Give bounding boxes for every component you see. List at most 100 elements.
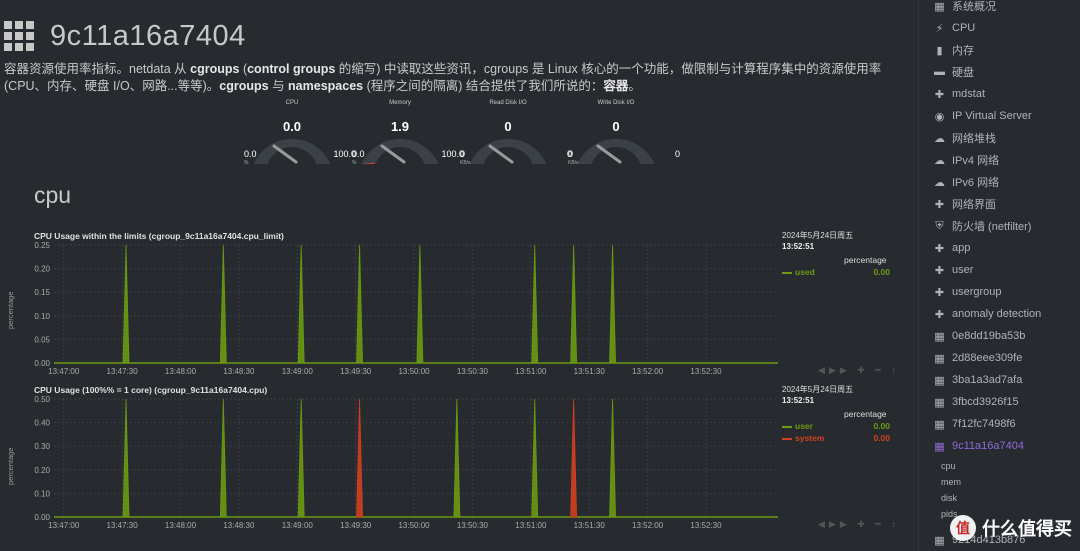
x-tick-label: 13:52:30 <box>690 521 722 530</box>
gauge-needle <box>488 144 514 164</box>
y-axis-label: percentage <box>6 291 15 329</box>
sidebar-item[interactable]: ▦ 3fbcd3926f15 <box>933 393 1019 411</box>
x-tick-label: 13:48:00 <box>165 367 197 376</box>
chart-nav-controls[interactable]: ◀▶▶ ✚ ━ ↕ <box>818 519 900 530</box>
chart-cpu-limit[interactable]: 0.25 0.20 0.15 0.10 0.05 0.00 13:47:00 13:47:30… <box>0 231 915 381</box>
x-tick-label: 13:51:00 <box>515 367 547 376</box>
y-tick-label: 0.20 <box>34 265 50 274</box>
spike-used <box>297 244 305 364</box>
x-tick-label: 13:48:00 <box>165 521 197 530</box>
watermark-logo-icon: 值 <box>950 515 976 541</box>
sidebar-item[interactable]: ✚ mdstat <box>933 85 985 103</box>
sidebar-item[interactable]: ⚡ CPU <box>933 19 976 37</box>
sidebar-item-label: 3ba1a3ad7afa <box>952 374 1023 386</box>
x-tick-label: 13:52:00 <box>632 367 664 376</box>
sidebar-item-label: IP Virtual Server <box>952 110 1032 122</box>
chart-nav-controls[interactable]: ◀▶▶ ✚ ━ ↕ <box>818 365 900 376</box>
y-tick-label: 0.50 <box>34 395 50 404</box>
gauge-title: Write Disk I/O <box>597 100 635 106</box>
spike-used <box>219 244 227 364</box>
sidebar-item[interactable]: ✚ user <box>933 261 974 279</box>
gauge-cpu[interactable]: CPU 0.0 0.0 100.0 % <box>238 98 356 168</box>
gauge-read-disk[interactable]: Read Disk I/O 0 0 0 KB/s <box>454 98 572 168</box>
sidebar-item-label: 系统概况 <box>952 1 996 13</box>
grid-icon: ▦ <box>934 330 945 343</box>
legend-swatch <box>782 425 792 428</box>
spike-user <box>453 398 461 518</box>
sidebar-item-label: usergroup <box>952 286 1002 298</box>
gauge-dial <box>469 138 547 164</box>
spike-used <box>609 244 616 364</box>
sidebar-item[interactable]: ▦ 9c11a16a7404 <box>933 437 1024 455</box>
sidebar-item[interactable]: ✚ app <box>933 239 970 257</box>
chart-plot[interactable]: 0.500.400.300.200.100.0013:47:00 13:47:30… <box>0 385 790 535</box>
x-tick-label: 13:49:30 <box>340 367 372 376</box>
y-tick-label: 0.30 <box>34 442 50 451</box>
x-tick-label: 13:52:30 <box>690 367 722 376</box>
grid-icon: ▦ <box>934 374 945 387</box>
x-tick-label: 13:49:30 <box>340 521 372 530</box>
sidebar-item[interactable]: ▦ 3ba1a3ad7afa <box>933 371 1022 389</box>
x-tick-label: 13:50:30 <box>457 367 489 376</box>
chart-plot[interactable]: 0.250.200.150.100.050.0013:47:00 13:47:30… <box>0 231 790 381</box>
gauge-min: 0.0 <box>352 149 365 159</box>
sidebar-item[interactable]: ✚ usergroup <box>933 283 1002 301</box>
spike-used <box>122 244 130 364</box>
sidebar-item[interactable]: ☁ IPv4 网络 <box>933 151 999 169</box>
spike-user <box>297 398 305 518</box>
cloud-icon: ☁ <box>934 132 945 145</box>
y-tick-label: 0.10 <box>34 489 50 498</box>
sidebar-item-label: 3fbcd3926f15 <box>952 396 1019 408</box>
y-axis-label: percentage <box>6 447 15 485</box>
y-tick-label: 0.25 <box>34 241 50 250</box>
sidebar: ▦ 系统概况 ⚡ CPU ▮ 内存 ▬ 硬盘 ✚ mdstat ◉ IP Virtual Server… <box>918 0 1080 551</box>
gauge-dial <box>577 138 655 164</box>
chart-cpu[interactable]: 0.50 0.40 0.30 0.20 0.10 0.00 13:47:00 13:47:30… <box>0 385 915 535</box>
gauge-dial <box>253 138 331 164</box>
gauge-title: CPU <box>285 100 299 106</box>
sidebar-item[interactable]: ◉ IP Virtual Server <box>933 107 1032 125</box>
x-tick-label: 13:50:30 <box>457 521 489 530</box>
sidebar-subitem-disk[interactable]: disk <box>941 493 957 503</box>
sidebar-item-label: user <box>952 264 974 276</box>
y-tick-label: 0.20 <box>34 466 50 475</box>
x-tick-label: 13:47:00 <box>48 367 80 376</box>
puzzle-icon: ✚ <box>934 242 945 255</box>
legend-row-system[interactable]: system 0.00 <box>782 433 890 443</box>
legend-time: 13:52:51 <box>782 242 815 251</box>
sidebar-item[interactable]: ☁ 网络堆栈 <box>933 129 996 147</box>
x-tick-label: 13:47:30 <box>107 367 139 376</box>
bolt-icon: ⚡ <box>935 22 944 35</box>
spike-user <box>531 398 539 518</box>
gauge-title: Read Disk I/O <box>489 100 527 106</box>
x-tick-label: 13:49:00 <box>282 367 314 376</box>
cloud-icon: ☁ <box>934 176 945 189</box>
shield-icon: ⛨ <box>935 219 944 232</box>
sidebar-item[interactable]: ☁ IPv6 网络 <box>933 173 999 191</box>
grid-icon: ▦ <box>934 440 945 453</box>
x-tick-label: 13:47:30 <box>107 521 139 530</box>
gauge-value: 0 <box>504 119 512 134</box>
sidebar-subitem-cpu[interactable]: cpu <box>941 461 956 471</box>
sidebar-item[interactable]: ▬ 硬盘 <box>933 63 974 81</box>
sidebar-item[interactable]: ✚ 网络界面 <box>933 195 996 213</box>
gauge-write-disk[interactable]: Write Disk I/O 0 0 0 KB/s <box>562 98 680 168</box>
sidebar-subitem-mem[interactable]: mem <box>941 477 961 487</box>
sidebar-item[interactable]: ▦ 系统概况 <box>933 0 996 15</box>
gauge-memory[interactable]: Memory 1.9 0.0 100.0 % <box>346 98 464 168</box>
sidebar-item[interactable]: ▦ 2d88eee309fe <box>933 349 1022 367</box>
sidebar-item[interactable]: ▦ 0e8dd19ba53b <box>933 327 1025 345</box>
sidebar-item[interactable]: ▦ 7f12fc7498f6 <box>933 415 1015 433</box>
cloud-icon: ☁ <box>934 154 945 167</box>
x-tick-label: 13:50:00 <box>398 521 430 530</box>
spike-user <box>122 398 130 518</box>
legend-row-user[interactable]: user 0.00 <box>782 421 890 431</box>
disk-icon: ▬ <box>934 66 945 78</box>
sidebar-item[interactable]: ⛨ 防火墙 (netfilter) <box>933 217 1031 235</box>
legend-row-used[interactable]: used 0.00 <box>782 267 890 277</box>
sidebar-item[interactable]: ▮ 内存 <box>933 41 974 59</box>
sidebar-item[interactable]: ✚ anomaly detection <box>933 305 1041 323</box>
gauge-title: Memory <box>389 100 411 106</box>
legend-series-value: 0.00 <box>873 421 890 431</box>
legend-series-name: used <box>795 267 815 277</box>
